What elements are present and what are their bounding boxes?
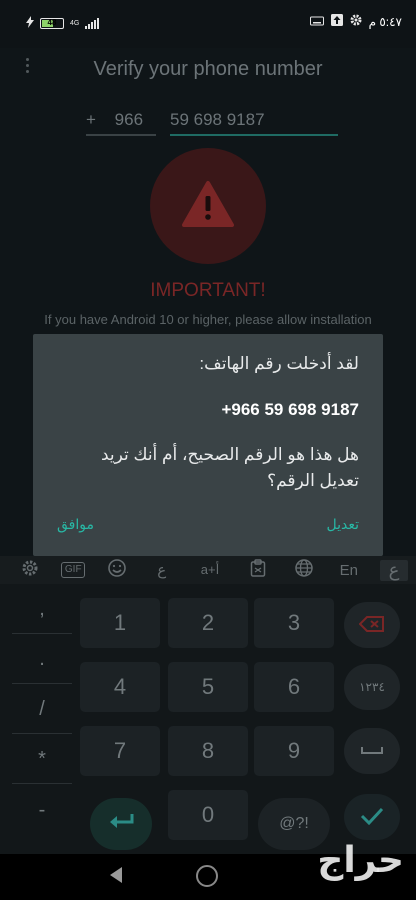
backspace-icon [358,615,385,635]
arabic-numerals-key[interactable]: ١٢٣٤ [344,664,400,710]
digit-8-key[interactable]: 8 [168,726,248,776]
period-key[interactable]: . [12,636,72,684]
gear-icon [350,14,362,29]
page-title: Verify your phone number [93,58,323,80]
numeric-keyboard: , . / * - 1 2 3 4 5 6 7 8 9 0 @?! ١٢٣٤ [0,584,416,854]
digit-1-key[interactable]: 1 [80,598,160,648]
home-icon[interactable] [196,865,218,887]
android-hint-text: If you have Android 10 or higher, please… [44,312,372,327]
arabic-letter-key[interactable]: ع [148,561,176,579]
digit-0-key[interactable]: 0 [168,790,248,840]
digit-2-key[interactable]: 2 [168,598,248,648]
status-left: 48 4G [26,16,100,31]
clock: ٥:٤٧ م [368,14,402,29]
digit-7-key[interactable]: 7 [80,726,160,776]
country-code-prefix: + [86,110,96,129]
keyboard-toolbar: GIF ع a+أ En ع [0,556,416,584]
important-label: IMPORTANT! [150,280,266,301]
edit-button[interactable]: تعديل [327,516,360,533]
country-code-field[interactable]: + 966 [86,110,156,136]
charging-icon [26,16,34,31]
country-code-value: 966 [114,110,144,129]
space-key[interactable] [344,728,400,774]
back-icon[interactable] [108,866,124,889]
digit-3-key[interactable]: 3 [254,598,334,648]
language-ar-key[interactable]: ع [380,559,408,581]
keyboard-notification-icon [309,15,324,29]
network-type: 4G [70,20,80,27]
confirm-number-dialog: لقد أدخلت رقم الهاتف: +966 59 698 9187 ه… [33,334,383,556]
digit-5-key[interactable]: 5 [168,662,248,712]
status-right: ٥:٤٧ م [309,14,402,29]
dialog-phone-number: +966 59 698 9187 [221,400,359,419]
dialog-question: هل هذا هو الرقم الصحيح، أم أنك تريد تعدي… [101,445,359,490]
language-en-key[interactable]: En [335,562,363,579]
font-size-key[interactable]: a+أ [193,562,227,578]
upload-icon [330,14,343,29]
checkmark-icon [360,807,384,828]
slash-key[interactable]: / [12,686,72,734]
digit-9-key[interactable]: 9 [254,726,334,776]
dialog-message: لقد أدخلت رقم الهاتف: [199,354,359,373]
asterisk-key[interactable]: * [12,736,72,784]
screen: 48 4G ٥:٤٧ م Verify your phone number + … [0,0,416,900]
minus-key[interactable]: - [12,786,72,834]
warning-badge [150,148,266,264]
enter-key[interactable] [90,798,152,850]
digit-6-key[interactable]: 6 [254,662,334,712]
emoji-icon[interactable] [103,558,131,582]
globe-icon[interactable] [290,558,318,582]
clipboard-icon[interactable] [244,559,272,581]
gif-button[interactable]: GIF [61,562,86,578]
warning-icon [181,180,235,233]
status-bar: 48 4G ٥:٤٧ م [0,0,416,48]
battery-icon: 48 [40,18,64,29]
battery-level: 48 [47,18,57,27]
watermark-logo: حراج [317,840,405,881]
done-key[interactable] [344,794,400,840]
keyboard-settings-icon[interactable] [16,559,44,581]
phone-number-input[interactable]: 59 698 9187 [170,110,338,136]
ok-button[interactable]: موافق [57,516,94,533]
space-bar-icon [360,744,384,758]
digit-4-key[interactable]: 4 [80,662,160,712]
backspace-key[interactable] [344,602,400,648]
signal-icon [85,18,100,29]
comma-key[interactable]: , [12,586,72,634]
enter-arrow-icon [108,812,134,837]
